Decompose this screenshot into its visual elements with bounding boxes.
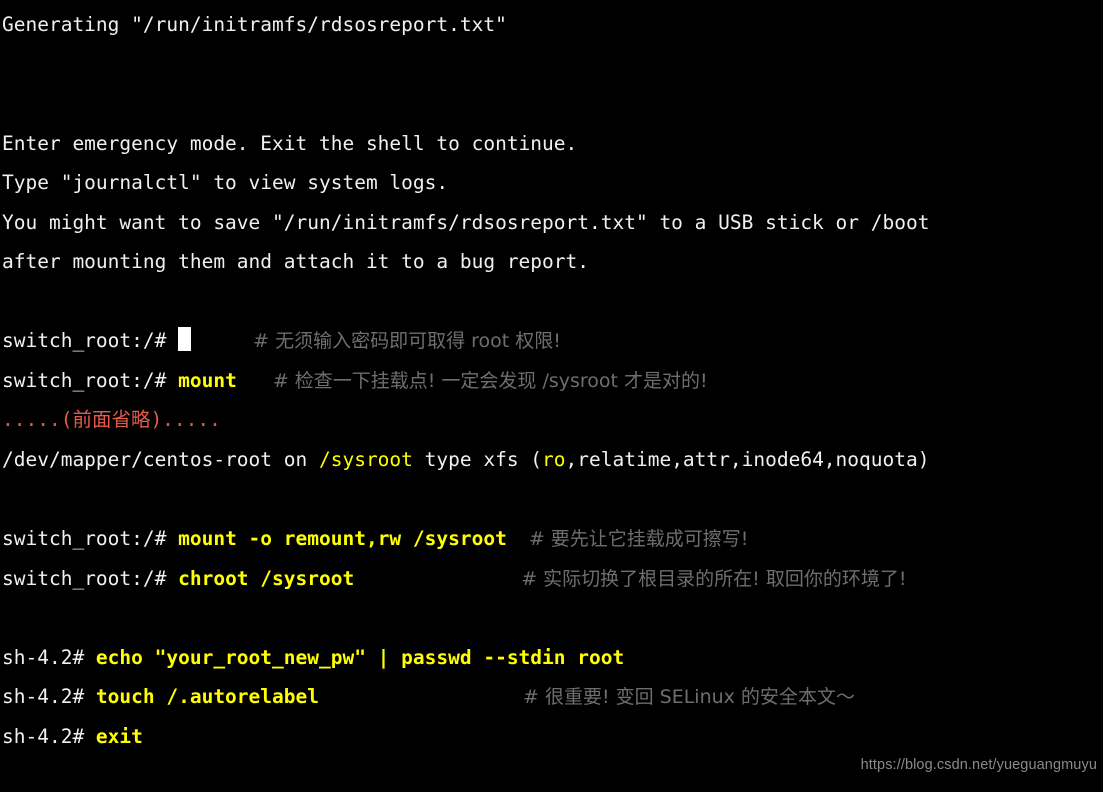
command-text-chroot: chroot /sysroot <box>178 566 355 590</box>
text-omitted-marker: .....(前面省略)..... <box>2 408 221 432</box>
shell-prompt: switch_root:/# <box>2 566 179 590</box>
command-line-cursor[interactable]: switch_root:/# # 无须输入密码即可取得 root 权限! <box>2 321 1103 361</box>
command-text-exit: exit <box>95 724 143 748</box>
inline-comment: # 要先让它挂载成可擦写! <box>528 528 749 551</box>
shell-prompt: switch_root:/# <box>2 329 179 353</box>
text-after-mounting: after mounting them and attach it to a b… <box>2 250 589 274</box>
command-text-remount: mount -o remount,rw /sysroot <box>178 527 507 551</box>
inline-comment: # 很重要! 变回 SELinux 的安全本文～ <box>522 686 855 709</box>
output-line-mount-entry: /dev/mapper/centos-root on /sysroot type… <box>2 440 1103 480</box>
output-line-generating: Generating "/run/initramfs/rdsosreport.t… <box>2 5 1103 45</box>
command-line-remount[interactable]: switch_root:/# mount -o remount,rw /sysr… <box>2 519 1103 559</box>
shell-prompt-sh: sh-4.2# <box>2 685 96 709</box>
text-generating: Generating "/run/initramfs/rdsosreport.t… <box>2 13 507 36</box>
command-line-chroot[interactable]: switch_root:/# chroot /sysroot # 实际切换了根目录… <box>2 559 1103 599</box>
command-line-passwd[interactable]: sh-4.2# echo "your_root_new_pw" | passwd… <box>2 638 1103 678</box>
text-mount-options: ,relatime,attr,inode64,noquota) <box>565 448 930 472</box>
text-mount-point: /sysroot <box>318 448 413 472</box>
command-text-mount: mount <box>178 368 237 392</box>
output-line-after-mounting: after mounting them and attach it to a b… <box>2 242 1103 282</box>
text-enter-emergency: Enter emergency mode. Exit the shell to … <box>2 131 578 155</box>
output-line-omitted: .....(前面省略)..... <box>2 400 1103 440</box>
text-mount-type: type xfs ( <box>412 448 543 472</box>
watermark-url: https://blog.csdn.net/yueguangmuyu <box>860 757 1097 774</box>
output-line-save-report: You might want to save "/run/initramfs/r… <box>2 203 1103 243</box>
command-text-passwd: echo "your_root_new_pw" | passwd --stdin… <box>95 645 625 669</box>
terminal-window[interactable]: Generating "/run/initramfs/rdsosreport.t… <box>0 0 1103 792</box>
inline-comment: # 无须输入密码即可取得 root 权限! <box>253 330 561 353</box>
shell-prompt: switch_root:/# <box>2 368 179 392</box>
inline-comment: # 实际切换了根目录的所在! 取回你的环境了! <box>521 567 907 590</box>
command-line-autorelabel[interactable]: sh-4.2# touch /.autorelabel # 很重要! 变回 SEL… <box>2 677 1103 717</box>
shell-prompt-sh: sh-4.2# <box>2 645 96 669</box>
text-mount-device: /dev/mapper/centos-root on <box>2 448 319 472</box>
command-text-autorelabel: touch /.autorelabel <box>95 685 319 709</box>
output-line-enter-emergency: Enter emergency mode. Exit the shell to … <box>2 124 1103 164</box>
text-save-report: You might want to save "/run/initramfs/r… <box>2 210 930 234</box>
text-mount-flag-ro: ro <box>542 448 566 472</box>
block-cursor <box>178 327 192 352</box>
shell-prompt-sh: sh-4.2# <box>2 724 96 748</box>
command-line-mount[interactable]: switch_root:/# mount # 检查一下挂载点! 一定会发现 /sy… <box>2 361 1103 401</box>
text-type-journalctl: Type "journalctl" to view system logs. <box>2 171 449 195</box>
shell-prompt: switch_root:/# <box>2 527 179 551</box>
terminal-output-area[interactable]: Generating "/run/initramfs/rdsosreport.t… <box>0 0 1103 792</box>
inline-comment: # 检查一下挂载点! 一定会发现 /sysroot 才是对的! <box>272 369 708 392</box>
output-line-type-journalctl: Type "journalctl" to view system logs. <box>2 163 1103 203</box>
